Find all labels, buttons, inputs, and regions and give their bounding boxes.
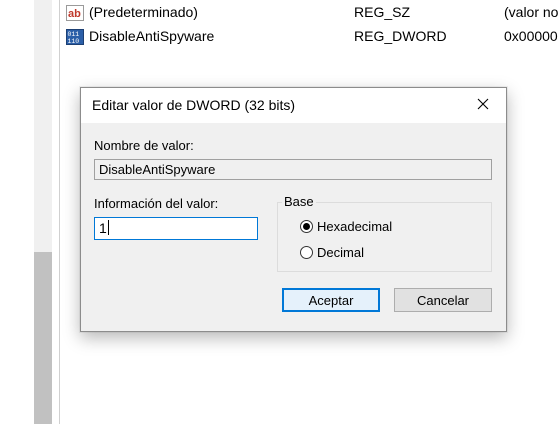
radio-button[interactable] xyxy=(300,245,313,259)
radio-button-checked[interactable] xyxy=(300,219,313,233)
svg-text:110: 110 xyxy=(68,38,80,45)
radio-hexadecimal-label[interactable]: Hexadecimal xyxy=(317,219,392,234)
radio-decimal[interactable]: Decimal xyxy=(300,243,364,261)
text-caret xyxy=(107,220,109,235)
ok-button[interactable]: Aceptar xyxy=(282,288,380,312)
tree-pane xyxy=(0,0,34,424)
svg-text:011: 011 xyxy=(68,31,80,38)
value-name: DisableAntiSpyware xyxy=(89,28,215,44)
value-data: 0x00000 xyxy=(504,28,558,44)
binary-value-icon: 011 110 xyxy=(66,29,84,45)
edit-dword-dialog: Editar valor de DWORD (32 bits) Nombre d… xyxy=(80,87,507,332)
registry-value-row[interactable]: 011 110 DisableAntiSpyware REG_DWORD 0x0… xyxy=(66,26,560,48)
value-data-input[interactable]: 1 xyxy=(94,217,258,240)
value-type: REG_DWORD xyxy=(354,28,447,44)
radio-decimal-label[interactable]: Decimal xyxy=(317,245,364,260)
cancel-button[interactable]: Cancelar xyxy=(394,288,492,312)
close-button[interactable] xyxy=(460,88,506,123)
base-label: Base xyxy=(282,194,316,209)
value-name-label: Nombre de valor: xyxy=(94,138,194,153)
dialog-title: Editar valor de DWORD (32 bits) xyxy=(92,97,296,113)
base-groupbox: Base Hexadecimal Decimal xyxy=(277,194,492,272)
svg-text:ab: ab xyxy=(68,8,81,20)
dialog-titlebar[interactable]: Editar valor de DWORD (32 bits) xyxy=(81,88,506,123)
value-data: (valor no xyxy=(504,4,559,20)
registry-value-row[interactable]: ab (Predeterminado) REG_SZ (valor no xyxy=(66,2,560,24)
tree-scrollbar-thumb[interactable] xyxy=(34,252,52,424)
string-value-icon: ab xyxy=(66,5,84,21)
value-data-text: 1 xyxy=(99,220,107,236)
value-name-field: DisableAntiSpyware xyxy=(94,159,492,180)
pane-splitter[interactable] xyxy=(59,0,60,424)
value-type: REG_SZ xyxy=(354,4,411,20)
value-name: (Predeterminado) xyxy=(89,4,198,20)
value-data-label: Información del valor: xyxy=(94,196,219,211)
close-icon xyxy=(477,98,489,113)
radio-hexadecimal[interactable]: Hexadecimal xyxy=(300,217,392,235)
